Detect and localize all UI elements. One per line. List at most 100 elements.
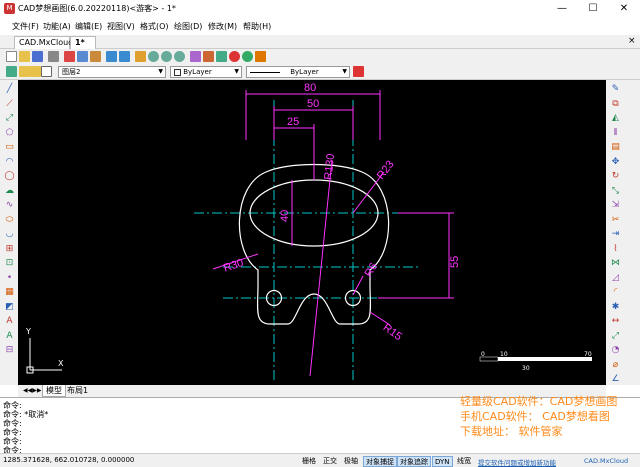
- polygon-icon[interactable]: ⬠: [4, 128, 15, 139]
- cut-icon[interactable]: [64, 51, 75, 62]
- extend-icon[interactable]: ⇥: [610, 229, 621, 240]
- line-icon[interactable]: ╱: [4, 84, 15, 95]
- toggle-otrack[interactable]: 对象追踪: [397, 456, 431, 467]
- construction-line-icon[interactable]: ⤢: [4, 113, 15, 124]
- make-block-icon[interactable]: ⊡: [4, 258, 15, 269]
- maximize-button[interactable]: ☐: [581, 1, 605, 17]
- menu-modify[interactable]: 修改(M): [208, 21, 237, 32]
- command-window[interactable]: 命令: 命令: *取消* 命令: 命令: 命令: 命令: 轻量级CAD软件：CA…: [0, 395, 640, 455]
- radius-text-r15: R15: [381, 322, 404, 344]
- toggle-dyn[interactable]: DYN: [432, 456, 453, 467]
- layer-manager-icon[interactable]: [216, 51, 227, 62]
- explode-icon[interactable]: ✱: [610, 302, 621, 313]
- window-title: CAD梦想画图(6.0.20220118)<游客> - 1*: [18, 4, 176, 13]
- dim-angular-icon[interactable]: ∠: [610, 374, 621, 385]
- close-button[interactable]: ✕: [612, 1, 636, 17]
- dim-radius-icon[interactable]: ◔: [610, 345, 621, 356]
- spline-icon[interactable]: ∿: [4, 200, 15, 211]
- text-icon[interactable]: A: [4, 316, 15, 327]
- cloud-icon[interactable]: ☁: [4, 186, 15, 197]
- ucs-x-label: X: [58, 359, 64, 368]
- stretch-icon[interactable]: ⇲: [610, 200, 621, 211]
- linetype-select[interactable]: ByLayer ▼: [246, 66, 350, 78]
- move-icon[interactable]: ✥: [610, 157, 621, 168]
- toggle-polar[interactable]: 极轴: [342, 456, 360, 467]
- offset-icon[interactable]: ⫴: [610, 128, 621, 139]
- erase-icon[interactable]: ✎: [610, 84, 621, 95]
- toggle-lineweight[interactable]: 线宽: [455, 456, 473, 467]
- save-icon[interactable]: [32, 51, 43, 62]
- toggle-grid[interactable]: 栅格: [300, 456, 318, 467]
- ellipse-arc-icon[interactable]: ◡: [4, 229, 15, 240]
- minimize-button[interactable]: —: [550, 1, 574, 17]
- layer-freeze-icon[interactable]: [30, 66, 41, 77]
- toggle-osnap[interactable]: 对象捕捉: [363, 456, 397, 467]
- toggle-ortho[interactable]: 正交: [321, 456, 339, 467]
- match-properties-icon[interactable]: [203, 51, 214, 62]
- menu-draw[interactable]: 绘图(D): [174, 21, 202, 32]
- insert-block-icon[interactable]: ⊞: [4, 244, 15, 255]
- break-icon[interactable]: ⌇: [610, 244, 621, 255]
- tab-model[interactable]: 模型: [42, 385, 66, 397]
- copy-icon[interactable]: ⧉: [610, 99, 621, 110]
- fillet-icon[interactable]: ◜: [610, 287, 621, 298]
- rotate-icon[interactable]: ↻: [610, 171, 621, 182]
- pan-icon[interactable]: [135, 51, 146, 62]
- array-icon[interactable]: ▤: [610, 142, 621, 153]
- cloud-icon[interactable]: [255, 51, 266, 62]
- tab-nav-icon[interactable]: ◀◀▶▶: [20, 385, 44, 397]
- rectangle-icon[interactable]: ▭: [4, 142, 15, 153]
- menu-help[interactable]: 帮助(H): [243, 21, 271, 32]
- plugin-icon[interactable]: [242, 51, 253, 62]
- tab-cad-mxcloud[interactable]: CAD.MxCloud: [14, 36, 73, 49]
- layer-states-icon[interactable]: [6, 66, 17, 77]
- layer-color-icon[interactable]: [41, 66, 52, 77]
- mtext-icon[interactable]: A: [4, 331, 15, 342]
- layer-select[interactable]: 图层2 ▼: [58, 66, 166, 78]
- lineweight-icon[interactable]: [353, 66, 364, 77]
- point-icon[interactable]: •: [4, 273, 15, 284]
- join-icon[interactable]: ⋈: [610, 258, 621, 269]
- menu-file[interactable]: 文件(F): [12, 21, 39, 32]
- dim-aligned-icon[interactable]: ⤢: [610, 331, 621, 342]
- table-icon[interactable]: ⊟: [4, 345, 15, 356]
- ellipse-icon[interactable]: ⬭: [4, 215, 15, 226]
- circle-icon[interactable]: ◯: [4, 171, 15, 182]
- mirror-icon[interactable]: ◭: [610, 113, 621, 124]
- trim-icon[interactable]: ✂: [610, 215, 621, 226]
- tab-close-icon[interactable]: ×: [628, 36, 636, 46]
- redo-icon[interactable]: [119, 51, 130, 62]
- new-file-icon[interactable]: [6, 51, 17, 62]
- open-file-icon[interactable]: [19, 51, 30, 62]
- chamfer-icon[interactable]: ◿: [610, 273, 621, 284]
- region-icon[interactable]: ◩: [4, 302, 15, 313]
- print-icon[interactable]: [48, 51, 59, 62]
- hatch-icon[interactable]: ▦: [4, 287, 15, 298]
- scale-icon[interactable]: ⤡: [610, 186, 621, 197]
- menu-view[interactable]: 视图(V): [107, 21, 135, 32]
- dim-text-50: 50: [307, 98, 319, 110]
- brand-link[interactable]: CAD.MxCloud: [584, 457, 628, 465]
- radius-text-r23: R23: [375, 159, 397, 182]
- menu-format[interactable]: 格式(O): [140, 21, 169, 32]
- drawing-canvas[interactable]: 80 50 25 40 55 R130 R23 R30 R6 R15 Y X 0…: [18, 80, 606, 385]
- paste-icon[interactable]: [90, 51, 101, 62]
- copy-clip-icon[interactable]: [77, 51, 88, 62]
- dim-diameter-icon[interactable]: ⌀: [610, 360, 621, 371]
- arc-icon[interactable]: ◠: [4, 157, 15, 168]
- zoom-window-icon[interactable]: [161, 51, 172, 62]
- dim-linear-icon[interactable]: ↔: [610, 316, 621, 327]
- zoom-extents-icon[interactable]: [174, 51, 185, 62]
- measure-icon[interactable]: [229, 51, 240, 62]
- menu-edit[interactable]: 编辑(E): [75, 21, 102, 32]
- tab-drawing-1[interactable]: 1*: [70, 36, 96, 49]
- properties-icon[interactable]: [190, 51, 201, 62]
- undo-icon[interactable]: [106, 51, 117, 62]
- color-select[interactable]: ByLayer ▼: [170, 66, 242, 78]
- tab-layout1[interactable]: 布局1: [64, 385, 91, 397]
- layer-on-icon[interactable]: [19, 66, 30, 77]
- menu-function[interactable]: 功能(A): [43, 21, 71, 32]
- zoom-realtime-icon[interactable]: [148, 51, 159, 62]
- feedback-link[interactable]: 提交软件问题或增加新功能: [478, 457, 556, 467]
- polyline-icon[interactable]: ⟋: [4, 99, 15, 110]
